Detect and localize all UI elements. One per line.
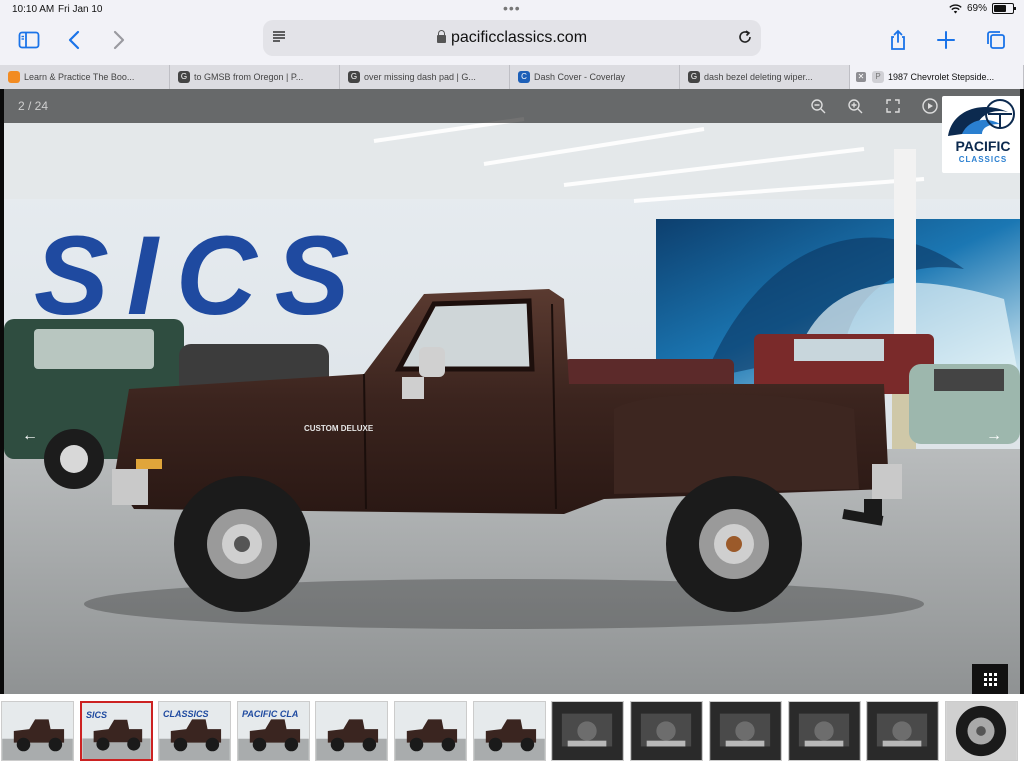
logo-line-1: PACIFIC — [955, 138, 1011, 154]
thumbnail-10[interactable] — [709, 701, 782, 761]
tab-label: 1987 Chevrolet Stepside... — [888, 72, 995, 82]
share-icon[interactable] — [884, 26, 912, 54]
next-photo-icon[interactable]: → — [984, 427, 1004, 447]
tab-dash-cover[interactable]: C Dash Cover - Coverlay — [510, 65, 680, 89]
thumbnail-grid-button[interactable] — [972, 664, 1008, 694]
thumbnail-13[interactable] — [945, 701, 1018, 761]
viewer-top-overlay — [4, 89, 1020, 123]
tab-overview-icon[interactable] — [982, 26, 1010, 54]
tab-label: over missing dash pad | G... — [364, 72, 476, 82]
tab-missing-dash-pad[interactable]: G over missing dash pad | G... — [340, 65, 510, 89]
custom-deluxe-badge: CUSTOM DELUXE — [304, 424, 374, 433]
reload-icon[interactable] — [737, 29, 753, 45]
tab-1987-chevrolet[interactable]: ✕ P 1987 Chevrolet Stepside... — [850, 65, 1024, 89]
zoom-out-icon[interactable] — [810, 98, 826, 114]
thumbnail-strip: SICS CLASSICS PACIFIC CLA — [0, 694, 1024, 768]
close-tab-icon[interactable]: ✕ — [856, 72, 866, 82]
photo-viewer: SICS CUSTOM DELUXE 2 / 24 PACIFIC CLASSI… — [0, 89, 1024, 694]
photo-counter: 2 / 24 — [18, 99, 49, 113]
status-right: 69% — [949, 3, 1016, 14]
thumbnail-6[interactable] — [394, 701, 467, 761]
tab-label: to GMSB from Oregon | P... — [194, 72, 304, 82]
thumbnail-5[interactable] — [315, 701, 388, 761]
thumbnail-sign-text: PACIFIC CLA — [242, 709, 299, 719]
back-icon[interactable] — [61, 26, 89, 54]
fullscreen-icon[interactable] — [885, 98, 901, 114]
main-photo[interactable]: SICS CUSTOM DELUXE 2 / 24 PACIFIC CLASSI… — [4, 89, 1020, 694]
grid-icon — [983, 672, 997, 686]
status-time: 10:10 AM — [12, 4, 55, 15]
front-wheel — [174, 476, 310, 612]
play-slideshow-icon[interactable] — [922, 98, 938, 114]
g-favicon-icon: G — [348, 71, 360, 83]
thumbnail-7[interactable] — [473, 701, 546, 761]
battery-icon — [992, 3, 1016, 14]
thumbnail-9[interactable] — [630, 701, 703, 761]
thumbnail-sign-text: SICS — [86, 710, 108, 720]
pacific-classics-logo: PACIFIC CLASSICS — [942, 96, 1020, 173]
thumbnail-4[interactable]: PACIFIC CLA — [237, 701, 310, 761]
thumbnail-2[interactable]: SICS — [80, 701, 153, 761]
g-favicon-icon: G — [688, 71, 700, 83]
tab-bar: Learn & Practice The Boo... G to GMSB fr… — [0, 65, 1024, 89]
orange-tag-icon — [8, 71, 20, 83]
tab-gmsb-oregon[interactable]: G to GMSB from Oregon | P... — [170, 65, 340, 89]
wifi-icon — [949, 3, 962, 13]
address-bar[interactable]: pacificclassics.com — [263, 20, 761, 56]
thumbnail-sign-text: CLASSICS — [163, 709, 209, 719]
thumbnail-3[interactable]: CLASSICS — [158, 701, 231, 761]
thumbnail-1[interactable] — [1, 701, 74, 761]
tab-learn-practice[interactable]: Learn & Practice The Boo... — [0, 65, 170, 89]
status-date: Fri Jan 10 — [58, 4, 103, 15]
thumbnail-8[interactable] — [551, 701, 624, 761]
status-bar: 10:10 AM Fri Jan 10 ••• 69% — [0, 0, 1024, 18]
forward-icon[interactable] — [104, 26, 132, 54]
truck-photo-image: SICS CUSTOM DELUXE — [4, 89, 1020, 694]
new-tab-icon[interactable] — [932, 26, 960, 54]
thumbnail-12[interactable] — [866, 701, 939, 761]
tab-label: dash bezel deleting wiper... — [704, 72, 813, 82]
sidebar-toggle-icon[interactable] — [15, 26, 43, 54]
tab-label: Learn & Practice The Boo... — [24, 72, 135, 82]
multitasking-dots-icon[interactable]: ••• — [503, 0, 521, 16]
browser-toolbar: pacificclassics.com — [0, 18, 1024, 62]
tab-dash-bezel[interactable]: G dash bezel deleting wiper... — [680, 65, 850, 89]
p-favicon-icon: P — [872, 71, 884, 83]
battery-percent: 69% — [966, 3, 987, 14]
g-favicon-icon: G — [178, 71, 190, 83]
logo-line-2: CLASSICS — [958, 155, 1008, 164]
c-favicon-icon: C — [518, 71, 530, 83]
rear-wheel — [666, 476, 802, 612]
zoom-in-icon[interactable] — [847, 98, 863, 114]
previous-photo-icon[interactable]: ← — [20, 427, 40, 447]
lock-icon — [436, 30, 446, 43]
domain-text: pacificclassics.com — [450, 29, 588, 46]
address-domain: pacificclassics.com — [263, 29, 761, 47]
tab-label: Dash Cover - Coverlay — [534, 72, 626, 82]
wave-logo-icon — [948, 99, 1015, 136]
thumbnail-11[interactable] — [788, 701, 861, 761]
